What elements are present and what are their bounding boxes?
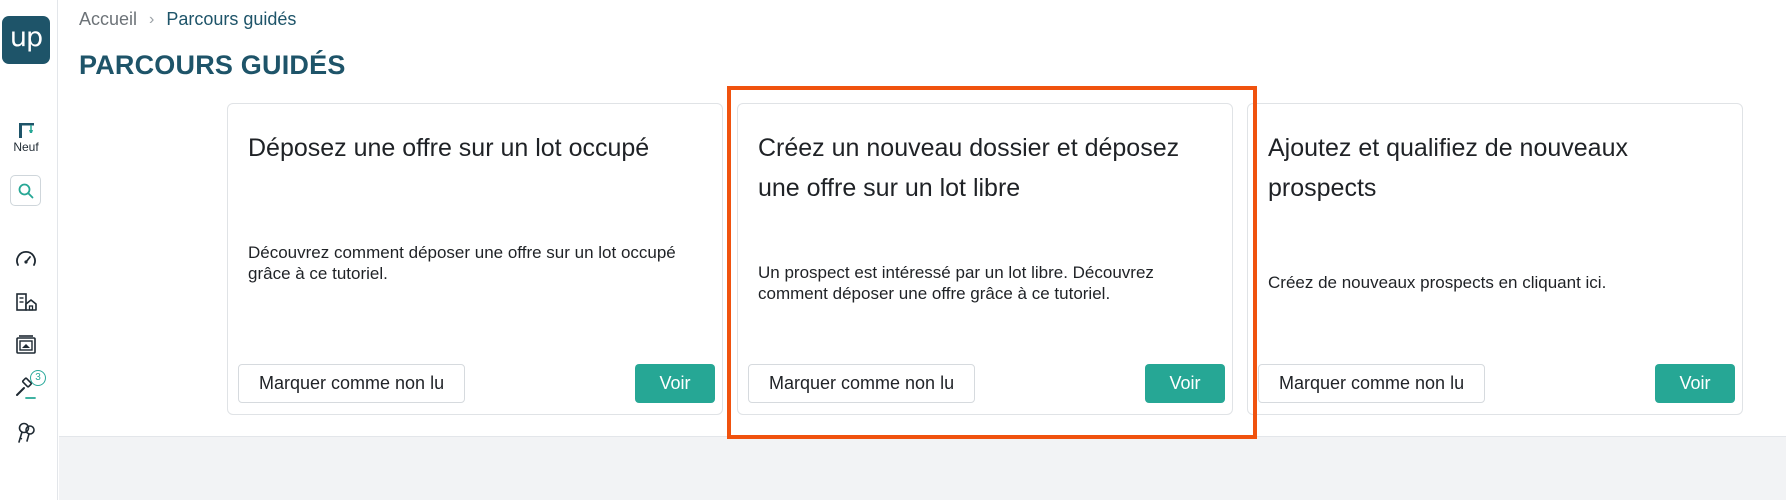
search-icon <box>18 183 33 198</box>
crane-icon <box>19 123 34 138</box>
view-button[interactable]: Voir <box>1655 364 1735 403</box>
guide-card: Déposez une offre sur un lot occupé Déco… <box>227 103 723 415</box>
programs-nav[interactable] <box>13 289 39 315</box>
main-content: Accueil › Parcours guidés PARCOURS GUIDÉ… <box>59 0 1786 436</box>
notification-badge: 3 <box>30 370 46 386</box>
mark-unread-button[interactable]: Marquer comme non lu <box>1258 364 1486 403</box>
speedometer-icon <box>16 251 36 266</box>
card-description: Créez de nouveaux prospects en cliquant … <box>1268 273 1607 292</box>
mark-unread-button[interactable]: Marquer comme non lu <box>748 364 976 403</box>
view-button[interactable]: Voir <box>635 364 715 403</box>
gallery-nav[interactable] <box>13 332 39 358</box>
card-description: Un prospect est intéressé par un lot lib… <box>758 263 1154 303</box>
view-button[interactable]: Voir <box>1145 364 1225 403</box>
breadcrumb-home[interactable]: Accueil <box>79 9 137 30</box>
neuf-label: Neuf <box>13 140 39 154</box>
neuf-switch[interactable]: Neuf <box>4 121 48 154</box>
search-button[interactable] <box>10 175 41 206</box>
breadcrumb: Accueil › Parcours guidés <box>79 9 296 30</box>
card-title: Créez un nouveau dossier et déposez une … <box>758 134 1180 202</box>
chevron-right-icon: › <box>149 10 155 28</box>
buildings-icon <box>16 293 37 311</box>
sidebar: up Neuf 3 <box>0 0 58 500</box>
page-title: PARCOURS GUIDÉS <box>79 50 346 80</box>
card-title: Ajoutez et qualifiez de nouveaux prospec… <box>1268 134 1628 202</box>
breadcrumb-current: Parcours guidés <box>166 9 297 29</box>
keys-icon <box>18 422 35 443</box>
gallery-icon <box>16 335 36 354</box>
mark-unread-button[interactable]: Marquer comme non lu <box>238 364 466 403</box>
footer-area <box>59 436 1786 500</box>
card-title: Déposez une offre sur un lot occupé <box>248 134 650 162</box>
guide-card: Créez un nouveau dossier et déposez une … <box>737 103 1233 415</box>
dashboard-nav[interactable] <box>13 247 39 273</box>
offers-nav[interactable]: 3 <box>13 370 46 402</box>
card-description: Découvrez comment déposer une offre sur … <box>248 243 676 283</box>
app-logo[interactable]: up <box>2 16 50 64</box>
keys-nav[interactable] <box>13 420 39 446</box>
guide-card: Ajoutez et qualifiez de nouveaux prospec… <box>1247 103 1743 415</box>
